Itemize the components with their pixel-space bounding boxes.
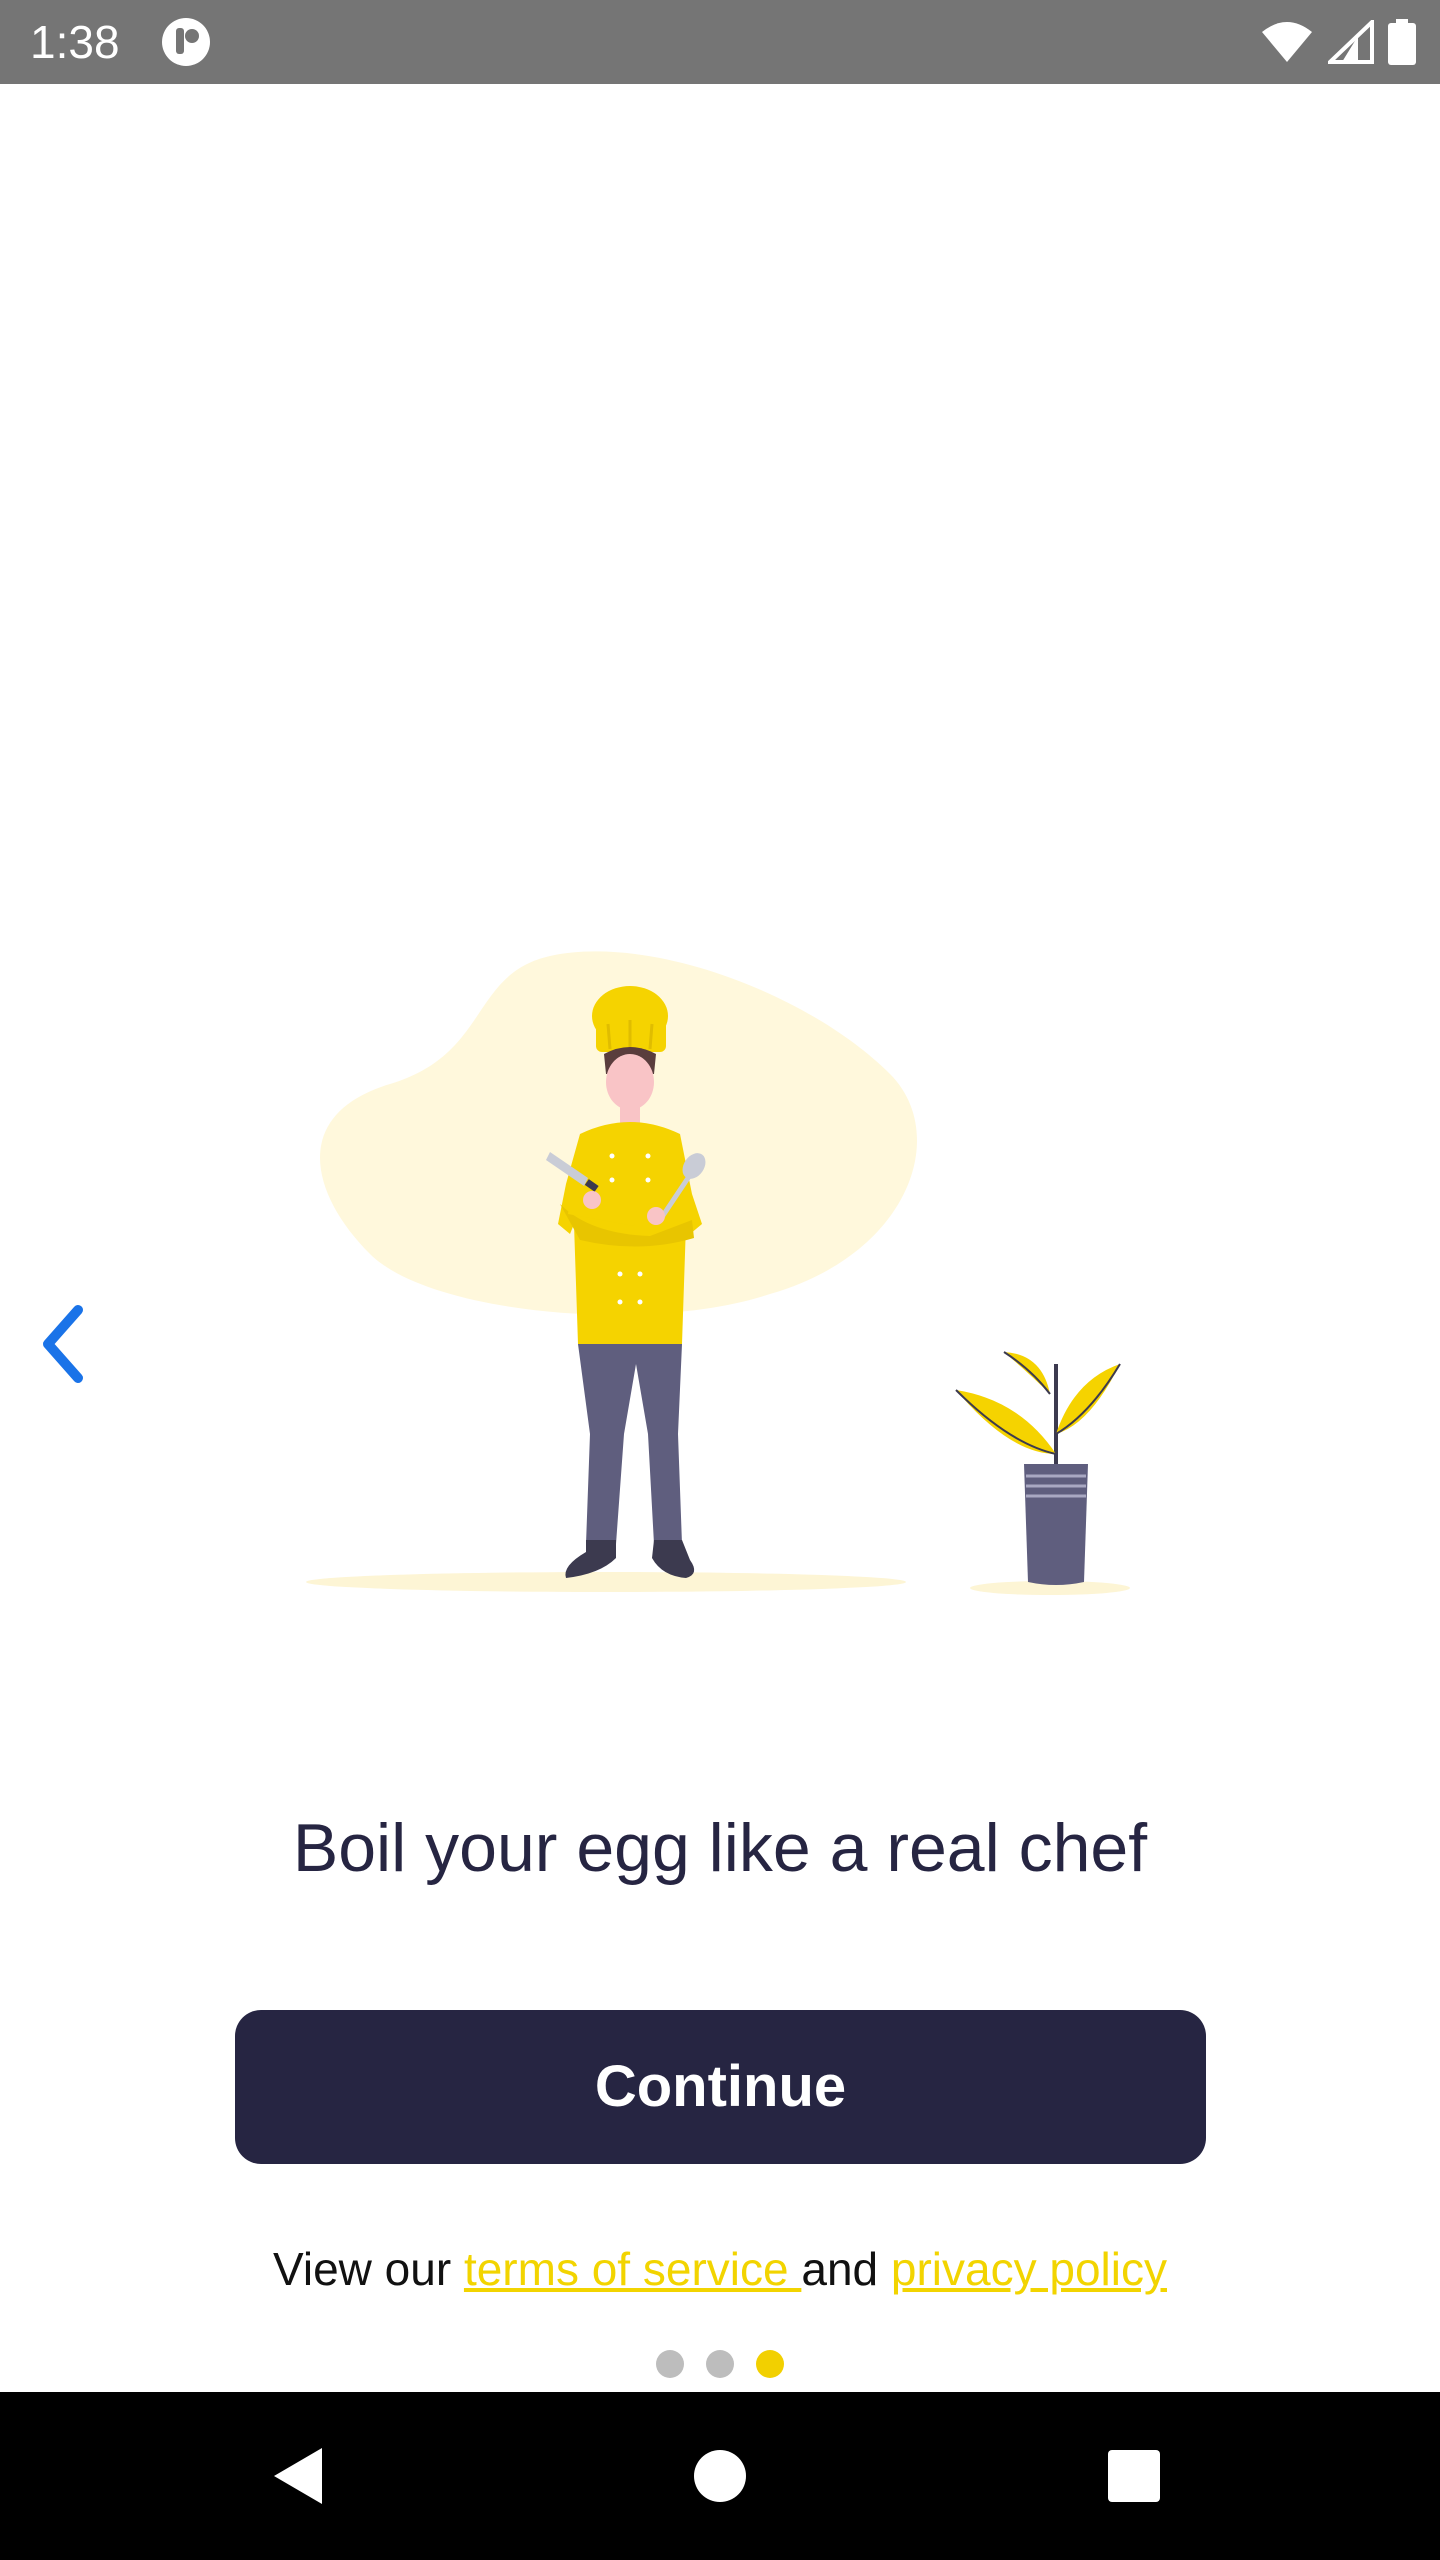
page-dot-3[interactable] [756,2350,784,2378]
onboarding-headline: Boil your egg like a real chef [292,1810,1148,1886]
page-dot-1[interactable] [656,2350,684,2378]
page-indicator [0,2350,1440,2378]
status-time: 1:38 [30,16,120,68]
potted-plant [955,1351,1121,1585]
battery-icon [1388,19,1416,65]
cellular-signal-icon [1328,20,1374,64]
chef-illustration [306,951,1130,1595]
app-notification-icon [162,18,210,66]
status-icons [1260,18,1416,66]
onboarding-screen: Boil your egg like a real chef Continue … [0,84,1440,2392]
legal-connector: and [801,2243,891,2295]
status-bar: 1:38 [0,0,1440,84]
chef-hat [592,986,668,1052]
page-dot-2[interactable] [706,2350,734,2378]
chef-face [606,1054,654,1110]
recents-square-icon[interactable] [1092,2434,1176,2518]
floor-shadow [306,1572,906,1592]
system-nav-bar [0,2392,1440,2560]
continue-button[interactable]: Continue [235,2010,1206,2164]
terms-of-service-link[interactable]: terms of service [464,2243,801,2295]
chef-pants [578,1344,682,1544]
legal-prefix: View our [273,2243,464,2295]
legal-text: View our terms of service and privacy po… [0,2234,1440,2304]
chevron-left-icon[interactable] [36,1304,92,1384]
privacy-policy-link[interactable]: privacy policy [891,2243,1167,2295]
home-circle-icon[interactable] [678,2434,762,2518]
back-triangle-icon[interactable] [258,2434,342,2518]
wifi-icon [1262,22,1312,62]
